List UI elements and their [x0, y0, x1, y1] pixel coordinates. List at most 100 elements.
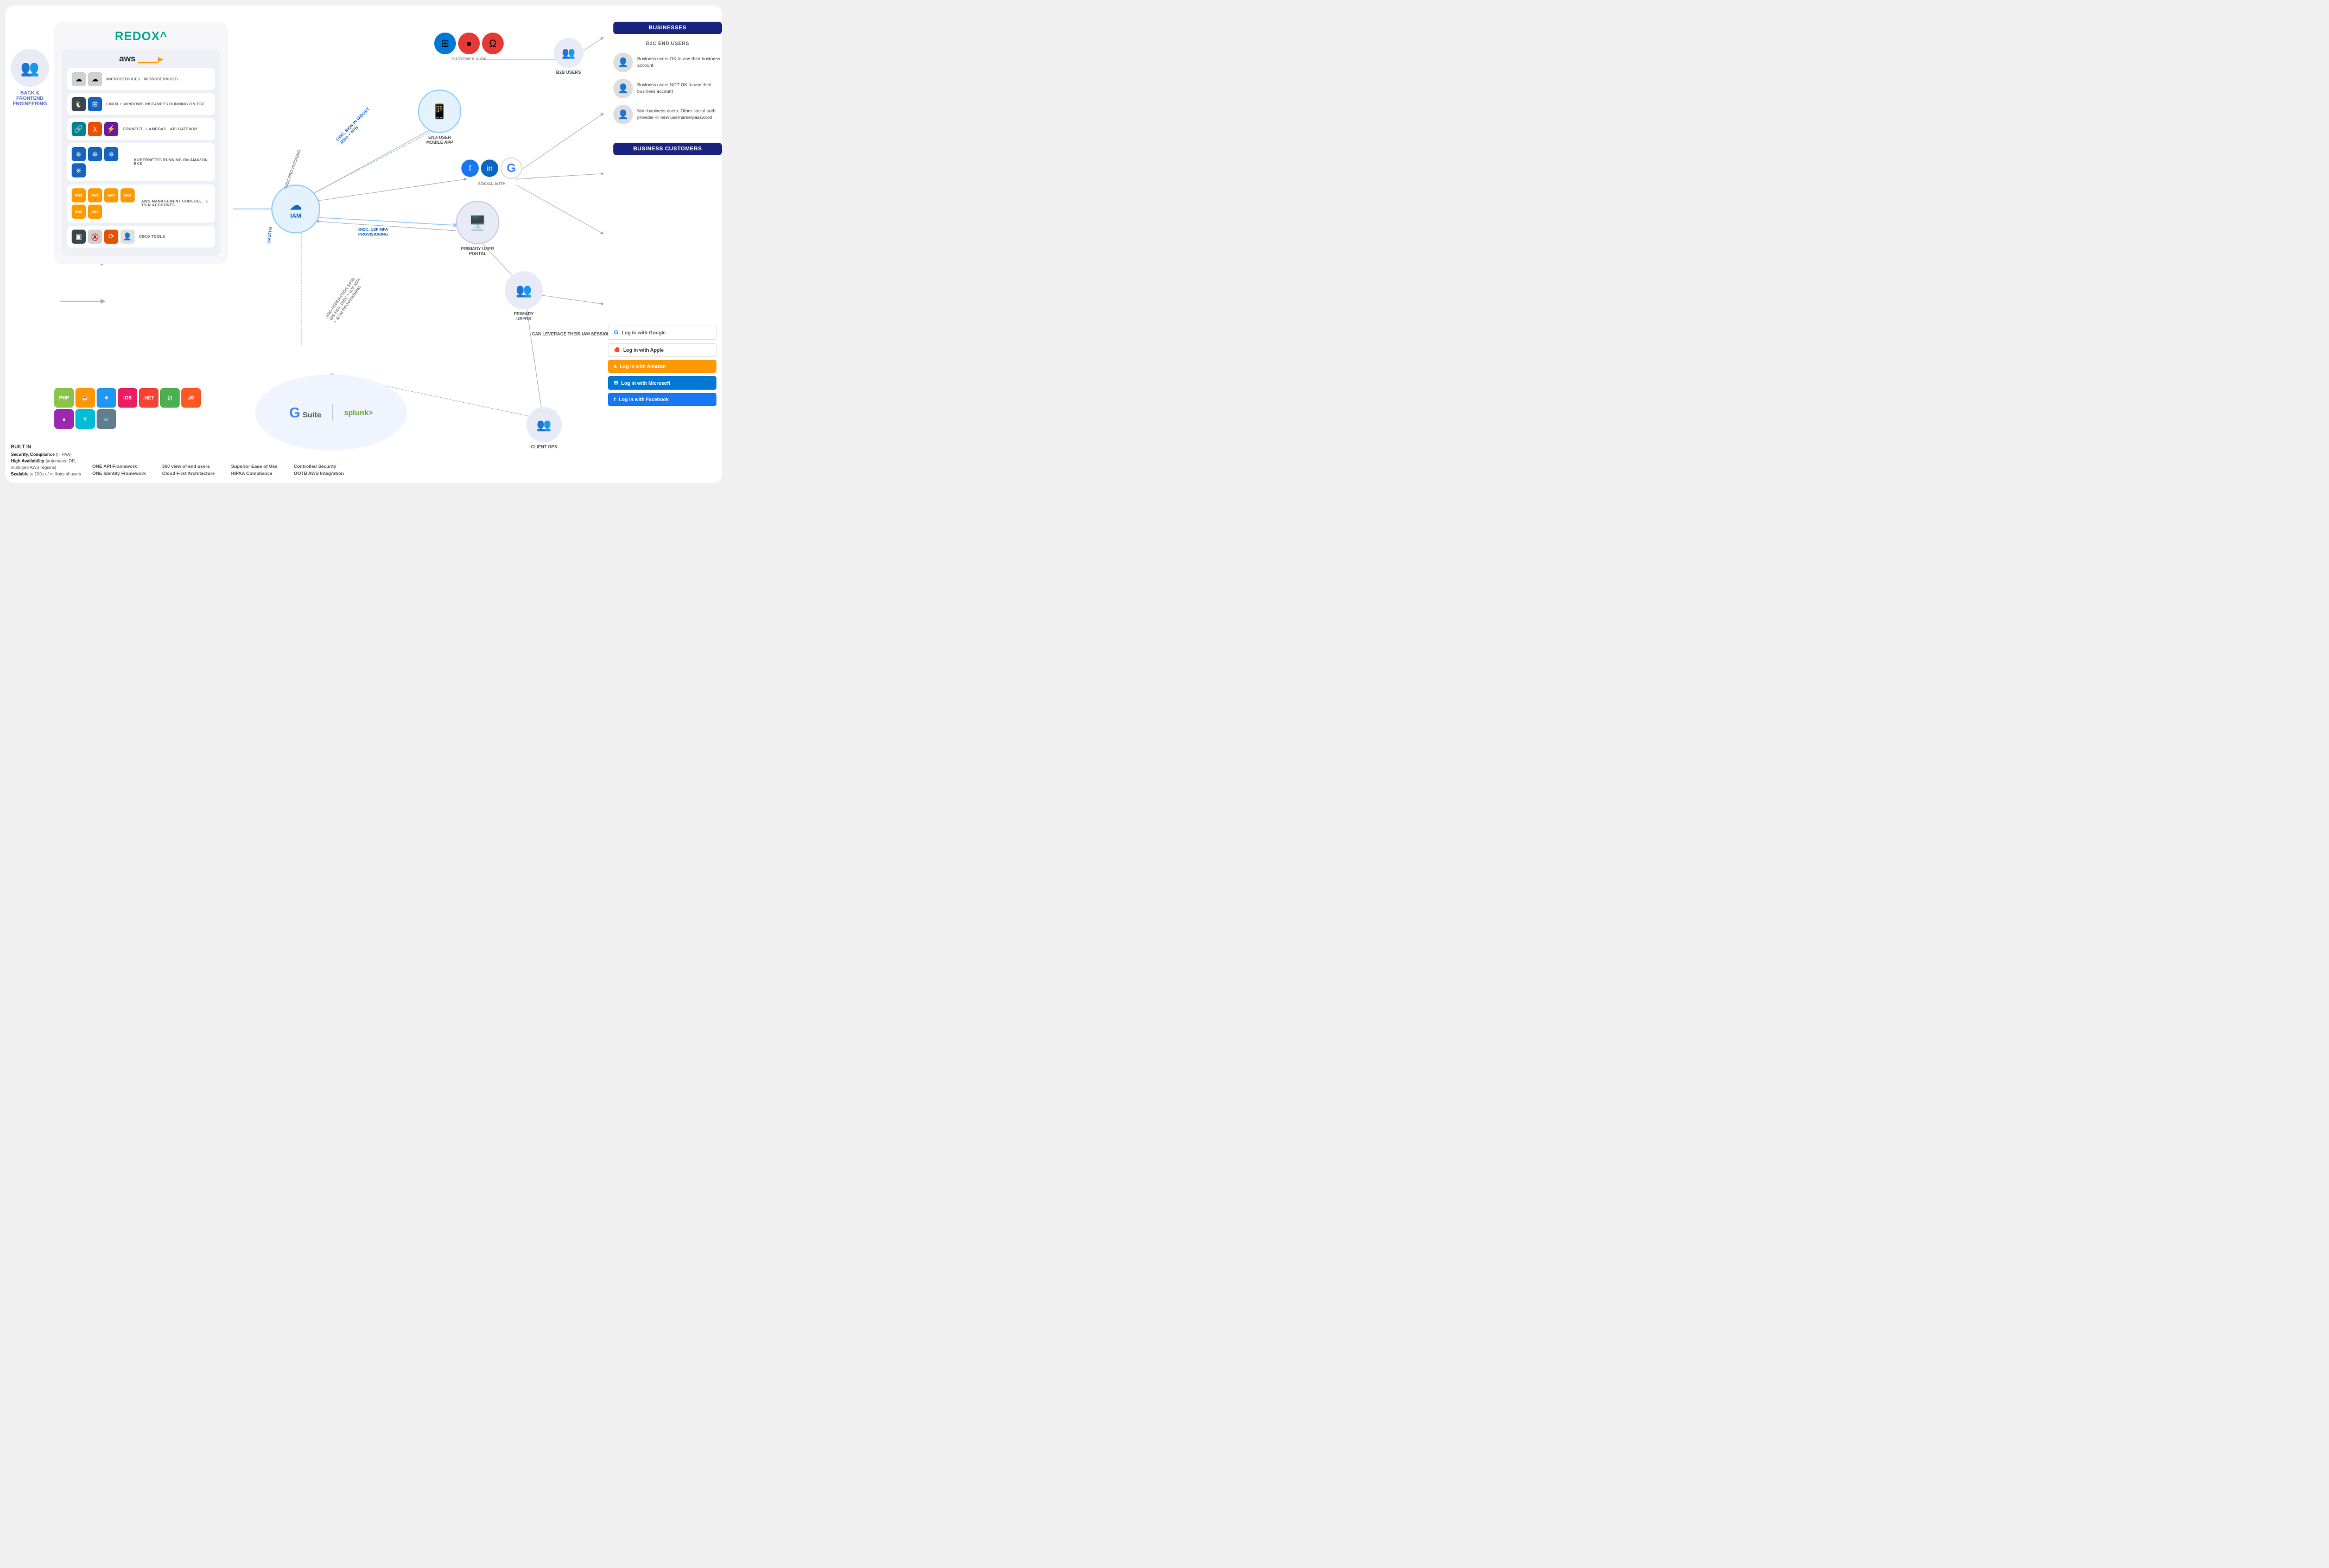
facebook-login-btn[interactable]: f Log in with Facebook: [608, 393, 716, 406]
primary-users-label: PRIMARYUSERS: [505, 312, 543, 321]
b2b-users-icon: 👥: [554, 38, 583, 68]
built-in-security: Security, Compliance (HIPAA) High Availa…: [11, 452, 81, 478]
connect-icon: 🔗: [72, 122, 86, 136]
bottom-features: ONE API Framework ONE Identity Framework…: [92, 463, 602, 478]
aws-console-icon-4: aws: [120, 188, 135, 202]
idp-icon-okta2: Ω: [482, 33, 504, 54]
tech-react: ⚛: [97, 388, 116, 408]
amazon-btn-icon: a: [614, 364, 617, 369]
kubernetes-label: KUBERNETES RUNNING ON AMAZON EKS: [134, 158, 211, 166]
business-ok-text: Business users OK to use their business …: [637, 56, 722, 69]
gsuite-logo: G Suite: [289, 404, 321, 421]
amazon-login-btn[interactable]: a Log in with Amazon: [608, 360, 716, 373]
end-user-app-section: 📱 END-USERMOBILE APP: [418, 90, 461, 145]
business-not-ok-item: 👤 Business users NOT OK to use their bus…: [613, 79, 722, 98]
business-not-ok-icon: 👤: [613, 79, 633, 98]
cicd-label: CI/CD TOOLS: [139, 235, 165, 239]
business-ok-icon: 👤: [613, 53, 633, 72]
mobile-app-icon: 📱: [418, 90, 461, 133]
connect-label: CONNECT LAMBDAS API GATEWAY: [123, 128, 198, 131]
google-login-btn[interactable]: G Log in with Google: [608, 326, 716, 340]
aws-logo: aws ▁▁▁▁▶: [67, 54, 215, 64]
aws-management-row: aws aws aws aws aws aws AWS MANAGEMENT C…: [67, 185, 215, 223]
business-ok-item: 👤 Business users OK to use their busines…: [613, 53, 722, 72]
feature-360: 360 view of end users Cloud First Archit…: [162, 463, 215, 478]
aws-console-icon-6: aws: [88, 205, 102, 219]
amazon-btn-label: Log in with Amazon: [620, 364, 666, 369]
lambda-icon: λ: [88, 122, 102, 136]
aws-console-icon-2: aws: [88, 188, 102, 202]
aws-console-icon-1: aws: [72, 188, 86, 202]
apple-btn-label: Log in with Apple: [623, 347, 664, 353]
splunk-logo: splunk>: [344, 408, 373, 417]
aws-inner-panel: aws ▁▁▁▁▶ ☁ ☁ MICROSERVICES MICROSERVICE…: [62, 49, 220, 256]
linux-icon: 🐧: [72, 97, 86, 111]
oidc-u2f-label: OIDC, U2F MFAPROVISIONING: [358, 227, 388, 237]
microsoft-btn-label: Log in with Microsoft: [621, 380, 671, 386]
linux-windows-row: 🐧 ⊞ LINUX + WINDOWS INSTANCES RUNNING ON…: [67, 93, 215, 115]
customer-idp-section: ⊞ ● Ω CUSTOMER X IDP: [434, 33, 504, 61]
b2b-users-label: B2B USERS: [556, 70, 581, 75]
feature-api: ONE API Framework ONE Identity Framework: [92, 463, 146, 478]
login-buttons-container: G Log in with Google 🍎 Log in with Apple…: [608, 326, 716, 406]
back-frontend-label: BACK & FRONTENDENGINEERING: [11, 90, 49, 106]
oauth2-label: OAUTH2: [266, 226, 273, 244]
b2c-label: B2C END USERS: [613, 41, 722, 46]
cicd-row: ▣ Ⓐ ⟳ 👤 CI/CD TOOLS: [67, 226, 215, 247]
iam-cloud-icon: ☁: [290, 199, 302, 213]
primary-users-icon: 👥: [505, 271, 543, 309]
facebook-btn-icon: f: [614, 397, 615, 402]
linkedin-icon: in: [481, 160, 498, 177]
non-business-item: 👤 Non-business users: Other social auth …: [613, 105, 722, 124]
iam-label: IAM: [290, 213, 301, 219]
microsoft-login-btn[interactable]: ⊞ Log in with Microsoft: [608, 376, 716, 390]
iam-node: ☁ IAM: [271, 185, 320, 233]
api-gateway-icon: ⚡: [104, 122, 118, 136]
tech-docker: 🐳: [97, 409, 116, 429]
microservices-icon-2: ☁: [88, 72, 102, 86]
bottom-info: BUILT IN Security, Compliance (HIPAA) Hi…: [11, 444, 602, 478]
idp-icon-okta: ●: [458, 33, 480, 54]
oidc-sign-in-label: OIDC, SIGN-IN WIDGETSDKs + APIs: [335, 106, 374, 145]
primary-users-section: 👥 PRIMARYUSERS: [505, 271, 543, 321]
apple-login-btn[interactable]: 🍎 Log in with Apple: [608, 343, 716, 357]
gsuite-splunk-panel: G Suite splunk>: [255, 374, 407, 450]
tech-angular: ▲: [54, 409, 74, 429]
non-business-icon: 👤: [613, 105, 633, 124]
client-ops-section: 👥 CLIENT OPS: [526, 407, 562, 449]
google-big-icon: G: [500, 157, 522, 179]
k8s-icon-4: ⎈: [72, 163, 86, 177]
redox-logo: REDOX^: [62, 29, 220, 43]
tech-js: JS: [181, 388, 201, 408]
divider: [332, 404, 333, 421]
non-business-text: Non-business users: Other social auth pr…: [637, 108, 722, 121]
end-user-app-label: END-USERMOBILE APP: [426, 135, 453, 145]
main-container: 👥 BACK & FRONTENDENGINEERING REDOX^ aws …: [5, 5, 722, 483]
sso-federation-label: SSO FEDERATION SAMLWS-FED, OIDC + U2F MF…: [325, 274, 366, 324]
built-in-title: BUILT IN: [11, 444, 81, 449]
primary-user-portal-section: 🖥️ PRIMARY USERPORTAL: [456, 201, 499, 256]
kubernetes-row: ⎈ ⎈ ⎈ ⎈ KUBERNETES RUNNING ON AMAZON EKS: [67, 143, 215, 181]
aws-console-icon-3: aws: [104, 188, 118, 202]
social-icons: f in G: [461, 157, 522, 179]
aws-console-icon-5: aws: [72, 205, 86, 219]
tech-net: .NET: [139, 388, 158, 408]
business-not-ok-text: Business users NOT OK to use their busin…: [637, 82, 722, 95]
tech-vuejs: V: [75, 409, 95, 429]
back-frontend-icon: 👥: [11, 49, 49, 87]
microservices-label: MICROSERVICES MICROSERVICES: [106, 78, 178, 81]
ansible-icon: Ⓐ: [88, 230, 102, 244]
client-ops-icon: 👥: [526, 407, 562, 442]
tech-stack: PHP ☕ ⚛ iOS .NET ⟨/⟩ JS ▲ V 🐳: [54, 388, 217, 429]
facebook-icon: f: [461, 160, 479, 177]
idp-icons: ⊞ ● Ω: [434, 33, 504, 54]
feature-ease: Superior Ease of Use HIPAA Compliance: [231, 463, 278, 478]
user-cicd-icon: 👤: [120, 230, 135, 244]
feature-security: Controlled Security OOTB AWS Integration: [294, 463, 344, 478]
facebook-btn-label: Log in with Facebook: [619, 397, 669, 402]
gitlab-icon: ⟳: [104, 230, 118, 244]
microservices-icon-1: ☁: [72, 72, 86, 86]
aws-redox-panel: REDOX^ aws ▁▁▁▁▶ ☁ ☁ MICROSERVICES MICRO…: [54, 22, 228, 264]
microservices-row: ☁ ☁ MICROSERVICES MICROSERVICES: [67, 68, 215, 90]
social-auth-label: SOCIAL AUTH: [478, 181, 506, 186]
